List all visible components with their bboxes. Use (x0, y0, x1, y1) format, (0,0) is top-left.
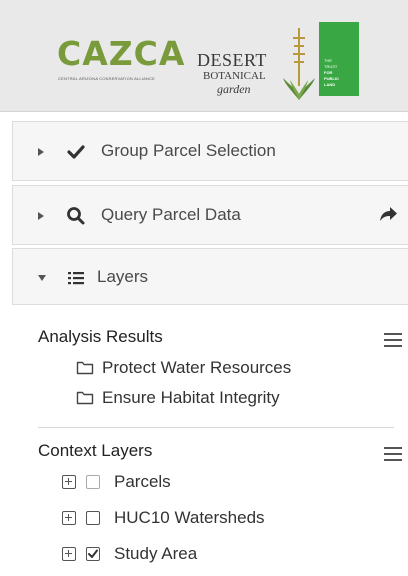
layer-label: HUC10 Watersheds (114, 508, 265, 527)
tpl-line-1: THE (324, 58, 332, 63)
analysis-item-label: Ensure Habitat Integrity (102, 388, 280, 407)
analysis-item[interactable]: Protect Water Resources (76, 357, 386, 379)
caret-right-icon (38, 212, 44, 220)
cazca-logo-tagline: CENTRAL ARIZONA CONSERVATION ALLIANCE (58, 76, 156, 81)
tpl-line-5: LAND (324, 82, 336, 87)
layer-checkbox[interactable] (86, 475, 100, 489)
trust-for-public-land-logo: THE TRUST FOR PUBLIC LAND (319, 22, 359, 96)
panel-query-parcel-data[interactable]: Query Parcel Data (12, 185, 408, 245)
folder-icon (76, 361, 94, 375)
layer-checkbox[interactable] (86, 511, 100, 525)
analysis-results-title: Analysis Results (38, 327, 163, 346)
share-icon[interactable] (378, 205, 398, 225)
analysis-item-label: Protect Water Resources (102, 358, 292, 377)
dbg-line-3: garden (217, 82, 251, 96)
dbg-line-2: BOTANICAL (203, 70, 266, 82)
caret-right-icon (38, 148, 44, 156)
cazca-logo: CAZCA CENTRAL ARIZONA CONSERVATION ALLIA… (57, 34, 189, 94)
context-layers-title: Context Layers (38, 441, 153, 460)
dbg-line-1: DESERT (197, 50, 267, 70)
agave-plant-icon (283, 28, 315, 100)
layer-label: Study Area (114, 544, 198, 563)
layer-label: Parcels (114, 472, 171, 491)
expand-plus-icon[interactable] (62, 547, 76, 561)
section-divider (38, 427, 394, 428)
check-icon (67, 145, 85, 159)
partner-logos: CAZCA CENTRAL ARIZONA CONSERVATION ALLIA… (57, 20, 385, 102)
panel-layers[interactable]: Layers (12, 248, 408, 305)
context-layer-row: HUC10 Watersheds (62, 507, 382, 529)
expand-plus-icon[interactable] (62, 511, 76, 525)
caret-down-icon (38, 275, 46, 281)
analysis-item[interactable]: Ensure Habitat Integrity (76, 387, 386, 409)
context-layer-row: Parcels (62, 471, 382, 493)
tpl-line-2: TRUST (324, 64, 338, 69)
list-icon (68, 272, 84, 285)
panel-label: Group Parcel Selection (101, 141, 276, 160)
folder-icon (76, 391, 94, 405)
cazca-logo-text: CAZCA (57, 34, 186, 73)
panel-label: Layers (97, 266, 149, 286)
search-icon (67, 207, 85, 225)
panel-group-parcel-selection[interactable]: Group Parcel Selection (12, 121, 408, 181)
layer-checkbox-checked[interactable] (86, 547, 100, 561)
expand-plus-icon[interactable] (62, 475, 76, 489)
context-menu-icon[interactable] (384, 447, 402, 461)
layers-content: Analysis Results Protect Water Resources… (12, 305, 408, 576)
desert-botanical-garden-logo: DESERT BOTANICAL garden (197, 28, 317, 102)
tpl-line-3: FOR (324, 70, 333, 75)
analysis-menu-icon[interactable] (384, 333, 402, 347)
tpl-line-4: PUBLIC (324, 76, 339, 81)
checkmark-icon (88, 549, 98, 558)
context-layer-row: Study Area (62, 543, 382, 565)
panel-label: Query Parcel Data (101, 205, 241, 224)
header-banner: CAZCA CENTRAL ARIZONA CONSERVATION ALLIA… (0, 0, 408, 112)
